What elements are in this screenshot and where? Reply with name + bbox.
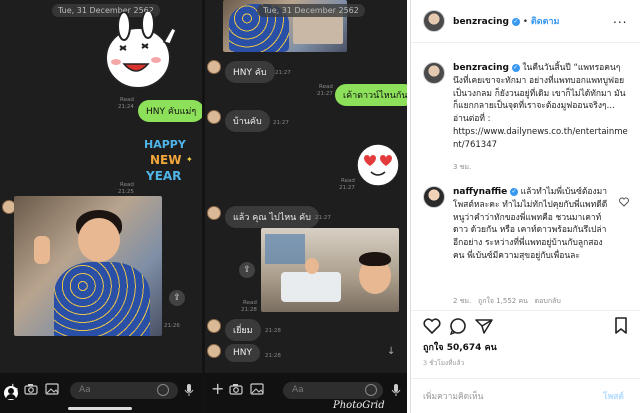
comment: naffynaffie ✓ แล้วทำไมพี่เบ้นซ์ต้องมาโพส… xyxy=(453,187,608,261)
comment-likes[interactable]: ถูกใจ 1,552 คน xyxy=(478,297,528,305)
read-receipt: Read 21:25 xyxy=(118,182,134,195)
bookmark-icon[interactable] xyxy=(614,317,628,338)
follow-button[interactable]: ติดตาม xyxy=(531,17,560,27)
verified-badge-icon: ✓ xyxy=(511,17,520,26)
username[interactable]: benzracing xyxy=(453,17,509,27)
instagram-post-panel: benzracing ✓ • ติดตาม ... benzracing ✓ ใ… xyxy=(410,0,640,413)
message-time: 21:26 xyxy=(164,323,180,329)
chat-panel-right: Tue, 31 December 2562 HNY คับ 21:27 Read… xyxy=(205,0,407,413)
svg-text:✦: ✦ xyxy=(186,155,193,164)
avatar[interactable] xyxy=(423,62,445,84)
svg-text:HAPPY: HAPPY xyxy=(144,138,187,151)
avatar[interactable] xyxy=(423,10,445,32)
avatar[interactable] xyxy=(423,186,445,208)
heart-outline-icon[interactable] xyxy=(619,192,629,211)
verified-badge-icon: ✓ xyxy=(511,63,520,72)
sticker-heart-eyes[interactable] xyxy=(355,142,401,188)
message-bubble-outgoing[interactable]: เค้าดาวน์ไหนกัน xyxy=(335,84,407,106)
photo-message-group[interactable] xyxy=(261,228,399,312)
message-bubble-incoming[interactable]: เยี่ยม xyxy=(225,319,261,341)
contact-avatar[interactable] xyxy=(207,110,221,124)
post-caption: benzracing ✓ ในคืนวันสิ้นปี “แพทรอคนๆนึง… xyxy=(453,63,629,152)
message-time: 21:28 xyxy=(265,353,281,359)
article-link[interactable]: https://www.dailynews.co.th/entertainmen… xyxy=(453,126,629,152)
home-indicator xyxy=(68,407,132,410)
sticker-cony-wave[interactable] xyxy=(98,12,182,94)
read-receipt: Read 21:27 xyxy=(339,178,355,191)
message-bubble-incoming[interactable]: HNY คับ xyxy=(225,61,275,83)
message-time: 21:27 xyxy=(273,120,289,126)
divider xyxy=(411,42,640,43)
svg-text:YEAR: YEAR xyxy=(145,169,181,183)
sticker-happy-new-year[interactable]: HAPPY NEW YEAR ✦ xyxy=(142,134,198,186)
message-bubble-incoming[interactable]: HNY xyxy=(225,344,260,362)
contact-avatar[interactable] xyxy=(207,319,221,333)
read-receipt: Read 21:27 xyxy=(317,84,333,97)
chat-input-bar: + Aa PhotoGrid xyxy=(205,373,407,413)
reply-button[interactable]: ตอบกลับ xyxy=(535,297,561,305)
post-header: benzracing ✓ • ติดตาม xyxy=(453,17,560,27)
camera-icon[interactable] xyxy=(229,383,243,398)
emoji-icon[interactable] xyxy=(365,384,377,396)
mic-icon[interactable] xyxy=(391,383,401,400)
photo-message-kid[interactable] xyxy=(14,196,162,336)
profile-icon[interactable] xyxy=(4,386,18,400)
message-bubble-incoming[interactable]: แล้ว คุณ ไปไหน คับ xyxy=(225,206,319,228)
message-bubble-incoming[interactable]: บ้านคับ xyxy=(225,110,270,132)
comment-icon[interactable] xyxy=(449,318,467,339)
username[interactable]: benzracing xyxy=(453,63,509,73)
like-icon[interactable] xyxy=(423,318,441,338)
svg-text:NEW: NEW xyxy=(150,153,181,167)
divider xyxy=(411,310,640,311)
post-comment-button[interactable]: โพสต์ xyxy=(603,389,624,403)
watermark: PhotoGrid xyxy=(333,400,385,411)
post-timestamp: 3 ชั่วโมงที่แล้ว xyxy=(423,359,465,367)
add-comment-input[interactable]: เพิ่มความคิดเห็น xyxy=(423,389,483,403)
date-chip: Tue, 31 December 2562 xyxy=(257,4,365,17)
share-icon[interactable]: ⇪ xyxy=(239,262,255,278)
contact-avatar[interactable] xyxy=(207,344,221,358)
divider xyxy=(411,378,640,379)
likes-count[interactable]: ถูกใจ 50,674 คน xyxy=(423,340,497,354)
mic-icon[interactable] xyxy=(184,383,194,400)
plus-icon[interactable]: + xyxy=(211,381,224,397)
emoji-icon[interactable] xyxy=(157,384,169,396)
share-direct-icon[interactable] xyxy=(475,318,493,338)
camera-icon[interactable] xyxy=(24,383,38,398)
more-options-icon[interactable]: ... xyxy=(613,12,627,26)
message-bubble-outgoing[interactable]: HNY คับแม่ๆ xyxy=(138,100,202,122)
read-receipt: Read 21:28 xyxy=(241,300,257,313)
contact-avatar[interactable] xyxy=(207,60,221,74)
message-time: 21:27 xyxy=(275,70,291,76)
username[interactable]: naffynaffie xyxy=(453,187,507,197)
image-icon[interactable] xyxy=(45,383,59,398)
message-time: 21:27 xyxy=(315,215,331,221)
verified-badge-icon: ✓ xyxy=(509,187,518,196)
message-time: 21:28 xyxy=(265,328,281,334)
caption-age: 3 ชม. xyxy=(453,163,472,171)
read-receipt: Read 21:24 xyxy=(118,97,134,110)
comment-meta: 2 ชม. ถูกใจ 1,552 คน ตอบกลับ xyxy=(453,297,561,305)
scroll-down-icon[interactable]: ↓ xyxy=(387,346,395,357)
contact-avatar[interactable] xyxy=(207,206,221,220)
chat-panel-left: Tue, 31 December 2562 Read 21:24 HNY คับแ… xyxy=(0,0,202,413)
chat-input-bar: + Aa xyxy=(0,373,202,413)
image-icon[interactable] xyxy=(250,383,264,398)
share-icon[interactable]: ⇪ xyxy=(169,290,185,306)
